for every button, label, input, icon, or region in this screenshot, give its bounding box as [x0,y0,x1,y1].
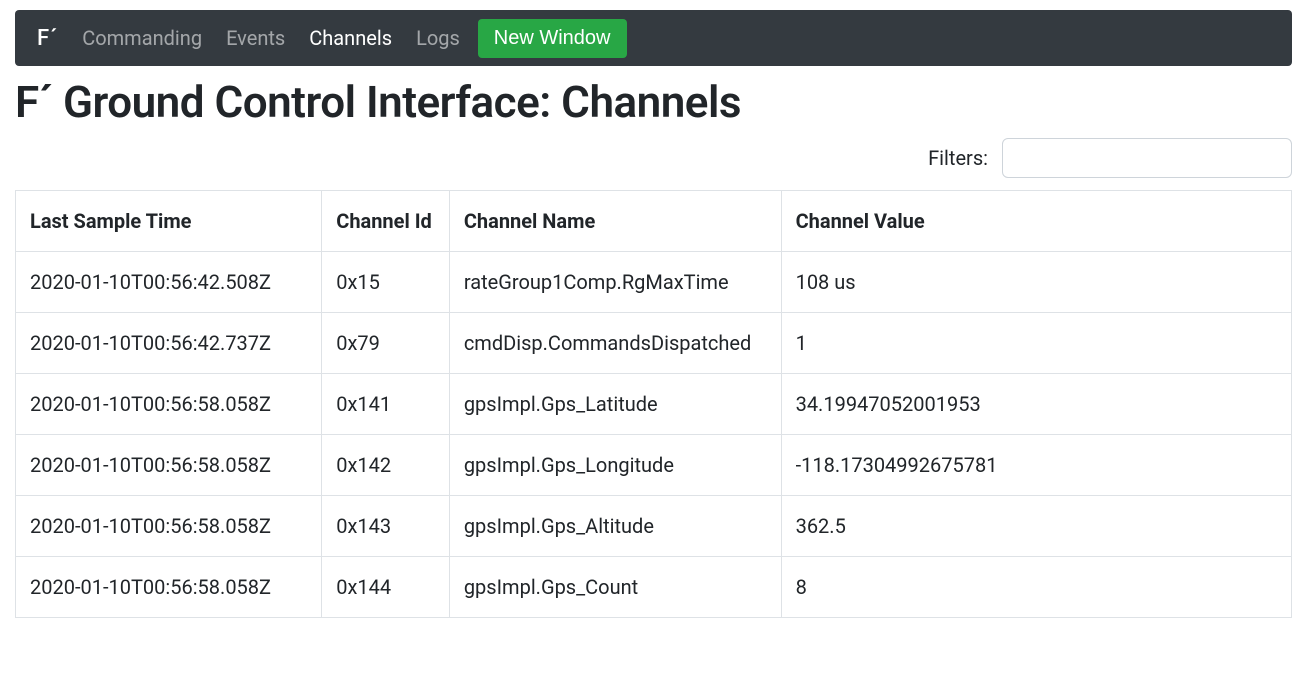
cell-id: 0x15 [322,252,450,313]
cell-value: 108 us [781,252,1291,313]
cell-time: 2020-01-10T00:56:42.508Z [16,252,322,313]
cell-name: rateGroup1Comp.RgMaxTime [449,252,781,313]
cell-name: gpsImpl.Gps_Longitude [449,435,781,496]
header-last-sample-time: Last Sample Time [16,191,322,252]
nav-logs[interactable]: Logs [404,18,472,58]
cell-name: cmdDisp.CommandsDispatched [449,313,781,374]
cell-time: 2020-01-10T00:56:42.737Z [16,313,322,374]
navbar: F´ Commanding Events Channels Logs New W… [15,10,1292,66]
table-header-row: Last Sample Time Channel Id Channel Name… [16,191,1292,252]
nav-commanding[interactable]: Commanding [70,18,214,58]
table-row: 2020-01-10T00:56:58.058Z 0x142 gpsImpl.G… [16,435,1292,496]
nav-channels[interactable]: Channels [297,18,404,58]
filters-label: Filters: [928,146,988,170]
cell-name: gpsImpl.Gps_Latitude [449,374,781,435]
cell-time: 2020-01-10T00:56:58.058Z [16,557,322,618]
cell-time: 2020-01-10T00:56:58.058Z [16,496,322,557]
channels-table: Last Sample Time Channel Id Channel Name… [15,190,1292,618]
new-window-button[interactable]: New Window [478,19,627,58]
table-row: 2020-01-10T00:56:58.058Z 0x143 gpsImpl.G… [16,496,1292,557]
table-row: 2020-01-10T00:56:42.508Z 0x15 rateGroup1… [16,252,1292,313]
filter-row: Filters: [0,132,1307,190]
cell-value: 8 [781,557,1291,618]
cell-id: 0x79 [322,313,450,374]
nav-events[interactable]: Events [214,18,297,58]
brand-logo[interactable]: F´ [31,26,70,51]
table-row: 2020-01-10T00:56:58.058Z 0x141 gpsImpl.G… [16,374,1292,435]
cell-time: 2020-01-10T00:56:58.058Z [16,374,322,435]
cell-time: 2020-01-10T00:56:58.058Z [16,435,322,496]
cell-id: 0x143 [322,496,450,557]
cell-value: 362.5 [781,496,1291,557]
cell-id: 0x144 [322,557,450,618]
cell-value: -118.17304992675781 [781,435,1291,496]
header-channel-value: Channel Value [781,191,1291,252]
table-row: 2020-01-10T00:56:58.058Z 0x144 gpsImpl.G… [16,557,1292,618]
table-row: 2020-01-10T00:56:42.737Z 0x79 cmdDisp.Co… [16,313,1292,374]
cell-name: gpsImpl.Gps_Count [449,557,781,618]
cell-value: 1 [781,313,1291,374]
filters-input[interactable] [1002,138,1292,178]
cell-value: 34.19947052001953 [781,374,1291,435]
cell-id: 0x142 [322,435,450,496]
header-channel-id: Channel Id [322,191,450,252]
cell-id: 0x141 [322,374,450,435]
header-channel-name: Channel Name [449,191,781,252]
cell-name: gpsImpl.Gps_Altitude [449,496,781,557]
page-title: F´ Ground Control Interface: Channels [0,66,1307,132]
